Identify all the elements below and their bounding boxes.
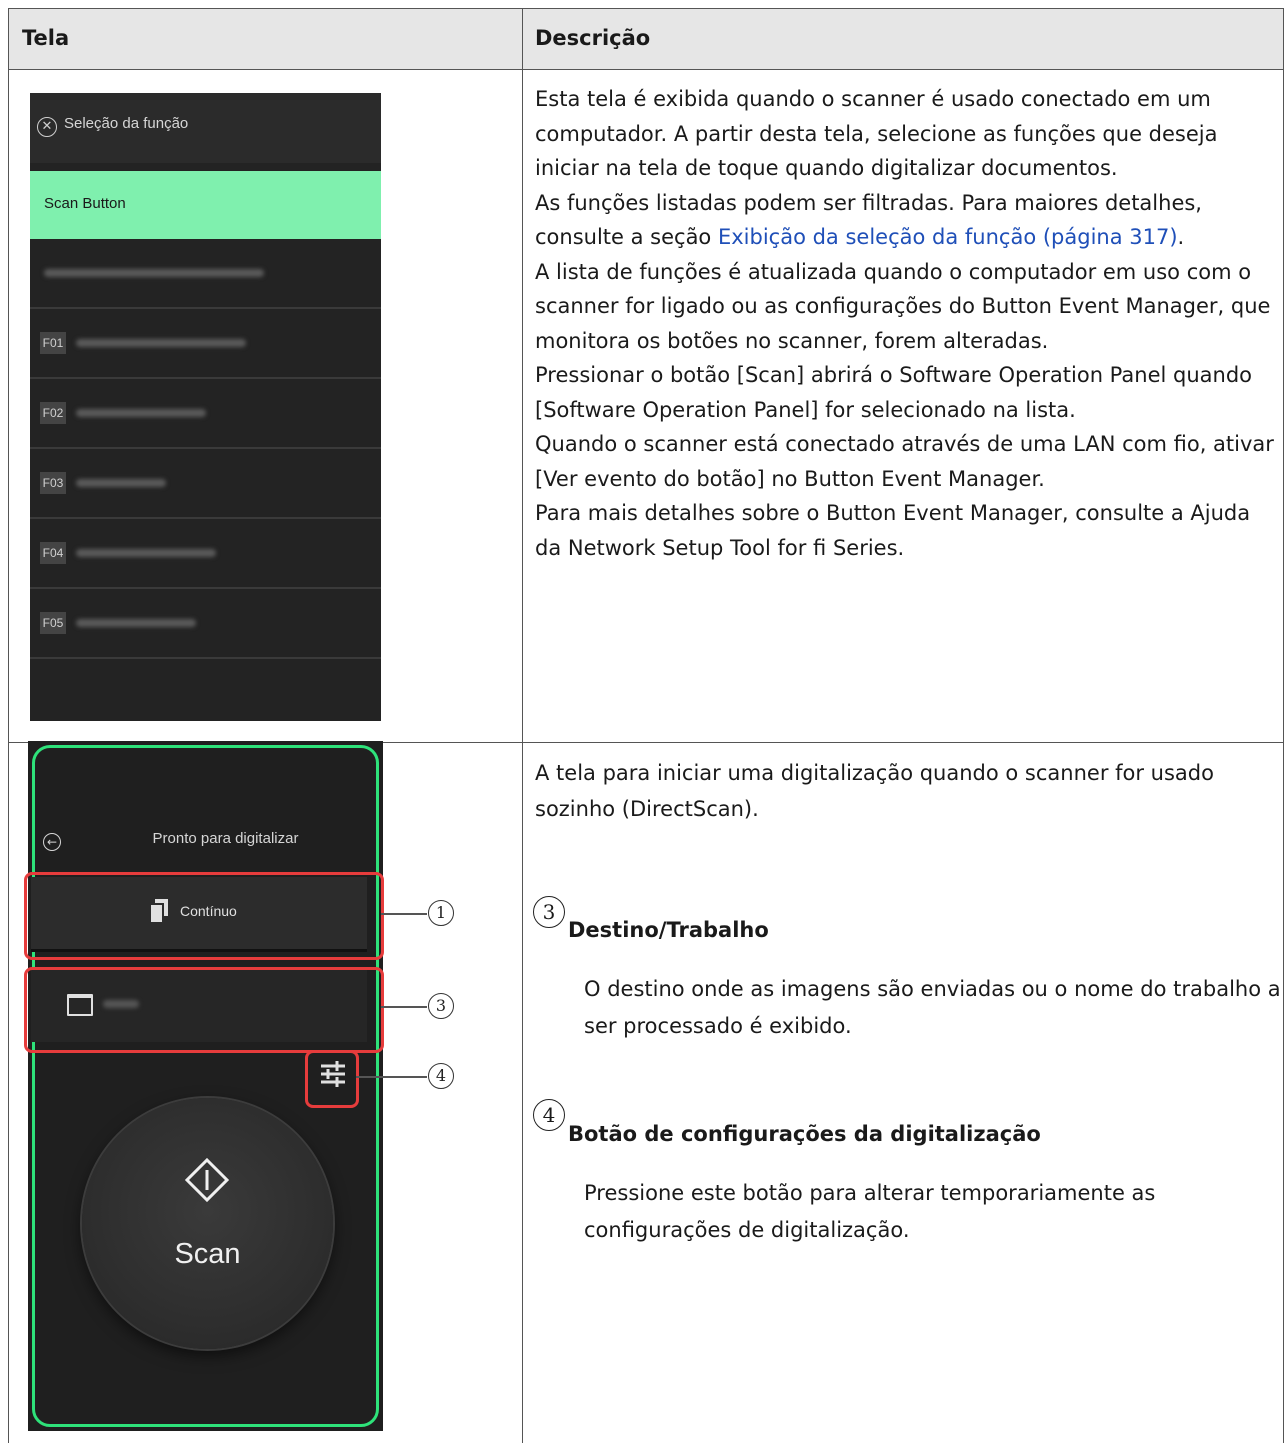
section-number-4: 4 [533,1099,565,1131]
table-border-top [8,8,1284,9]
list-item-scan-button[interactable]: Scan Button [30,171,381,239]
blurred-label [76,619,196,627]
column-divider [522,8,523,1443]
function-selection-screen: ✕ Seleção da função Scan Button F01 F02 … [30,93,381,721]
leader-line [381,1006,427,1008]
screen-title-bar: ✕ Seleção da função [30,93,381,163]
desc-paragraph: Pressionar o botão [Scan] abrirá o Softw… [535,363,1253,422]
close-icon[interactable]: ✕ [37,117,57,137]
highlight-box-1 [24,872,384,960]
blurred-label [76,339,246,347]
section-heading: Destino/Trabalho [568,918,769,942]
section-number-3: 3 [533,896,565,928]
section-heading: Botão de configurações da digitalização [568,1122,1041,1146]
header-tela: Tela [22,26,70,50]
scan-label: Scan [174,1238,241,1270]
table-border-left [8,8,9,1443]
section-text: O destino onde as imagens são enviadas o… [584,977,1281,1038]
callout-1: 1 [428,900,454,926]
list-item-f02[interactable]: F02 [30,379,381,449]
function-badge: F04 [40,542,66,564]
function-badge: F01 [40,332,66,354]
intro-text: A tela para iniciar uma digitalização qu… [535,761,1214,821]
list-item-f01[interactable]: F01 [30,309,381,379]
leader-line [381,913,427,915]
desc-paragraph: As funções listadas podem ser filtradas.… [535,190,1202,250]
row1-description: Esta tela é exibida quando o scanner é u… [535,82,1280,565]
function-badge: F05 [40,612,66,634]
list-item-label: Scan Button [44,195,126,212]
desc-paragraph: Para mais detalhes sobre o Button Event … [535,501,1251,560]
start-icon [185,1158,229,1202]
callout-4: 4 [428,1063,454,1089]
list-item-f04[interactable]: F04 [30,519,381,589]
blurred-label [76,479,166,487]
blurred-label [76,409,206,417]
highlight-box-3 [24,967,384,1053]
desc-paragraph: Esta tela é exibida quando o scanner é u… [535,87,1218,180]
leader-line [356,1076,427,1078]
list-item-f05[interactable]: F05 [30,589,381,659]
function-badge: F03 [40,472,66,494]
callout-3: 3 [428,993,454,1019]
screen-title: Seleção da função [64,115,189,132]
desc-paragraph: Quando o scanner está conectado através … [535,432,1274,491]
screen-title: Pronto para digitalizar [152,830,299,847]
header-divider [8,69,1284,70]
scan-button[interactable]: Scan [82,1098,333,1349]
back-icon[interactable]: ← [43,833,61,851]
highlight-box-4 [305,1050,359,1108]
function-badge: F02 [40,402,66,424]
section-text: Pressione este botão para alterar tempor… [584,1181,1156,1242]
blurred-label [44,269,264,277]
function-selection-link[interactable]: Exibição da seleção da função (página 31… [718,225,1178,249]
blurred-label [76,549,216,557]
desc-paragraph: A lista de funções é atualizada quando o… [535,259,1271,353]
header-descricao: Descrição [535,26,651,50]
list-item-software-operation-panel[interactable] [30,239,381,309]
list-item-f03[interactable]: F03 [30,449,381,519]
